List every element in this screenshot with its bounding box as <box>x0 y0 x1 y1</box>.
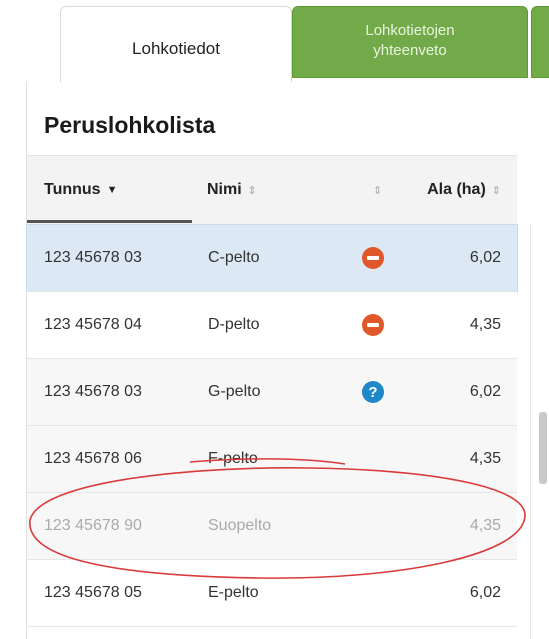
section-title: Peruslohkolista <box>44 112 216 138</box>
cell-tunnus: 123 45678 03 <box>44 383 142 400</box>
cell-ala: 6,02 <box>469 249 501 266</box>
sort-icon: ⇕ <box>491 184 501 197</box>
sort-icon: ⇕ <box>247 184 257 197</box>
cell-nimi: G-pelto <box>208 383 261 400</box>
cell-ala: 6,02 <box>469 383 501 400</box>
cell-ala: 6,02 <box>469 584 501 601</box>
minus-circle-icon <box>362 247 384 269</box>
column-header-tunnus[interactable]: Tunnus ▼ <box>44 156 117 224</box>
tab-lohkotiedot[interactable]: Lohkotiedot <box>60 6 292 82</box>
column-header-status[interactable]: ⇕ <box>367 156 382 224</box>
table-row[interactable]: 123 45678 03 C-pelto 6,02 <box>26 224 518 293</box>
column-header-nimi[interactable]: Nimi ⇕ <box>207 156 257 224</box>
cell-nimi: E-pelto <box>208 584 259 601</box>
cell-tunnus: 123 45678 04 <box>44 316 142 333</box>
minus-circle-icon <box>362 314 384 336</box>
table-row[interactable]: 123 45678 04 D-pelto 4,35 <box>27 292 517 359</box>
cell-ala: 4,35 <box>469 450 501 467</box>
scrollbar-thumb[interactable] <box>539 412 547 484</box>
tab-bar: Lohkotiedot Lohkotietojen yhteenveto <box>0 0 549 82</box>
cell-tunnus: 123 45678 05 <box>44 584 142 601</box>
tab-lohkotiedot-label: Lohkotiedot <box>132 38 220 58</box>
cell-nimi: D-pelto <box>208 316 260 333</box>
table-row[interactable]: 123 45678 90 Suopelto 4,35 <box>27 493 517 560</box>
column-header-ala[interactable]: Ala (ha) ⇕ <box>427 156 501 224</box>
cell-nimi: Suopelto <box>208 517 272 534</box>
cell-ala: 4,35 <box>469 517 501 534</box>
tab-lohkotietojen-yhteenveto[interactable]: Lohkotietojen yhteenveto <box>292 6 528 78</box>
peruslohko-table: Tunnus ▼ Nimi ⇕ ⇕ Ala (ha) ⇕ 123 45678 0… <box>26 155 518 627</box>
table-row[interactable]: 123 45678 03 G-pelto ? 6,02 <box>27 359 517 426</box>
table-header: Tunnus ▼ Nimi ⇕ ⇕ Ala (ha) ⇕ <box>27 155 517 225</box>
cell-nimi: C-pelto <box>208 249 260 266</box>
cell-tunnus: 123 45678 06 <box>44 450 142 467</box>
table-row[interactable]: 123 45678 06 F-pelto 4,35 <box>27 426 517 493</box>
active-sort-underline <box>27 220 192 223</box>
tab-next-partial[interactable] <box>531 6 549 78</box>
cell-tunnus: 123 45678 90 <box>44 517 142 534</box>
sort-icon: ⇕ <box>373 184 383 197</box>
cell-nimi: F-pelto <box>208 450 258 467</box>
question-circle-icon: ? <box>362 381 384 403</box>
table-row[interactable]: 123 45678 05 E-pelto 6,02 <box>27 560 517 627</box>
sort-desc-icon: ▼ <box>106 184 118 196</box>
cell-tunnus: 123 45678 03 <box>44 249 142 266</box>
tab-yhteenveto-label: Lohkotietojen yhteenveto <box>365 22 455 59</box>
cell-ala: 4,35 <box>469 316 501 333</box>
